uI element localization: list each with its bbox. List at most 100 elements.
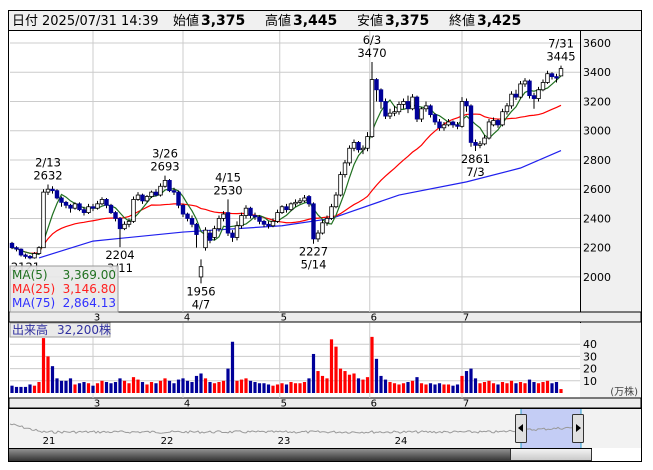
volume-bar [32,385,37,393]
volume-bar [226,368,230,393]
price-annotation: 6/3 [363,33,382,47]
price-annotation: 3470 [357,46,386,60]
navigator-left-handle[interactable] [515,414,527,443]
price-annotation: 4/7 [192,297,211,311]
candle-body [248,207,253,216]
candle-body [207,232,213,241]
candle-body [495,120,501,126]
candle-body [194,223,199,235]
date-axis-upper [8,311,642,323]
candle-body [365,136,370,149]
volume-bar [338,368,343,393]
candle-body [54,190,60,199]
candle-body [297,200,303,203]
candle-body [554,76,559,79]
volume-bar [451,385,455,393]
low-value: 3,375 [385,13,429,29]
candle [347,145,352,166]
volume-bar [109,383,113,393]
volume-bar [401,383,406,393]
volume-bar [532,382,536,393]
candle-body [9,242,15,249]
candle [144,195,150,203]
volume-bar [302,382,307,393]
candle-body [59,197,64,203]
candle-body [369,79,375,137]
volume-bar [118,378,122,393]
volume-bar [514,383,518,393]
volume-tick-label: 30 [583,350,597,363]
scrollbar-thumb[interactable] [510,448,592,461]
volume-bar [500,382,505,393]
candle-body [540,82,546,91]
volume-bar [131,377,136,393]
candle-body [410,96,415,110]
candle-body [549,73,555,78]
high-value: 3,445 [293,13,337,29]
candle-body [239,215,244,227]
volume-bar [122,380,127,393]
volume-bar [235,380,239,393]
navigator-right-handle[interactable] [572,414,584,443]
datetime: 2025/07/31 14:39 [42,14,159,29]
volume-bar [478,383,482,393]
candle-body [509,93,514,107]
volume-bar [365,377,370,393]
volume-bar [10,385,14,393]
volume-bar [559,389,563,393]
volume-bar [550,383,554,393]
month-label: 5 [281,313,287,324]
volume-bar [145,384,149,393]
candle [414,95,420,122]
volume-bar [284,384,289,393]
candle-body [338,174,343,196]
candle-body [198,266,204,278]
candle-body [117,218,123,230]
volume-bar [167,380,172,393]
candle [279,205,285,215]
nav-year-24: 24 [395,436,408,447]
candle-body [153,191,159,196]
candle-body [23,254,28,257]
volume-bar [289,382,293,393]
month-label: 3 [94,399,100,410]
volume-bar [185,380,190,393]
month-label: 7 [463,313,469,324]
candle [36,246,42,255]
volume-bar [536,383,541,393]
candle [167,178,172,193]
month-label: 4 [184,313,190,324]
candle-body [36,247,42,254]
candle [468,104,474,147]
month-label: 3 [94,313,100,324]
price-tick-label: 3000 [583,125,611,138]
volume-bar [487,380,491,393]
volume-bar [239,379,244,393]
candle-body [324,218,330,224]
candle-body [81,209,87,213]
volume-bar [379,375,383,393]
scrollbar-track[interactable] [9,448,512,461]
candle-body [396,104,402,113]
volume-bar [469,368,473,393]
price-annotation: 1956 [186,284,215,298]
candle-body [90,206,96,209]
volume-bar [442,384,446,393]
open-value: 3,375 [201,13,245,29]
candle-body [113,212,118,219]
candle-body [275,212,280,222]
candle-body [347,147,352,164]
volume-bar [64,380,68,393]
price-annotation: 4/15 [215,170,241,184]
candle [131,196,136,223]
candle-body [459,101,465,127]
candle-body [144,196,150,202]
candle-body [405,101,411,110]
ma25-value: 3,146.80 [63,282,116,296]
candle-body [378,89,384,102]
candle-body [225,212,231,234]
volume-bar [361,379,365,393]
candle-body [288,203,294,211]
month-label: 5 [281,399,287,410]
candle-body [518,83,523,98]
